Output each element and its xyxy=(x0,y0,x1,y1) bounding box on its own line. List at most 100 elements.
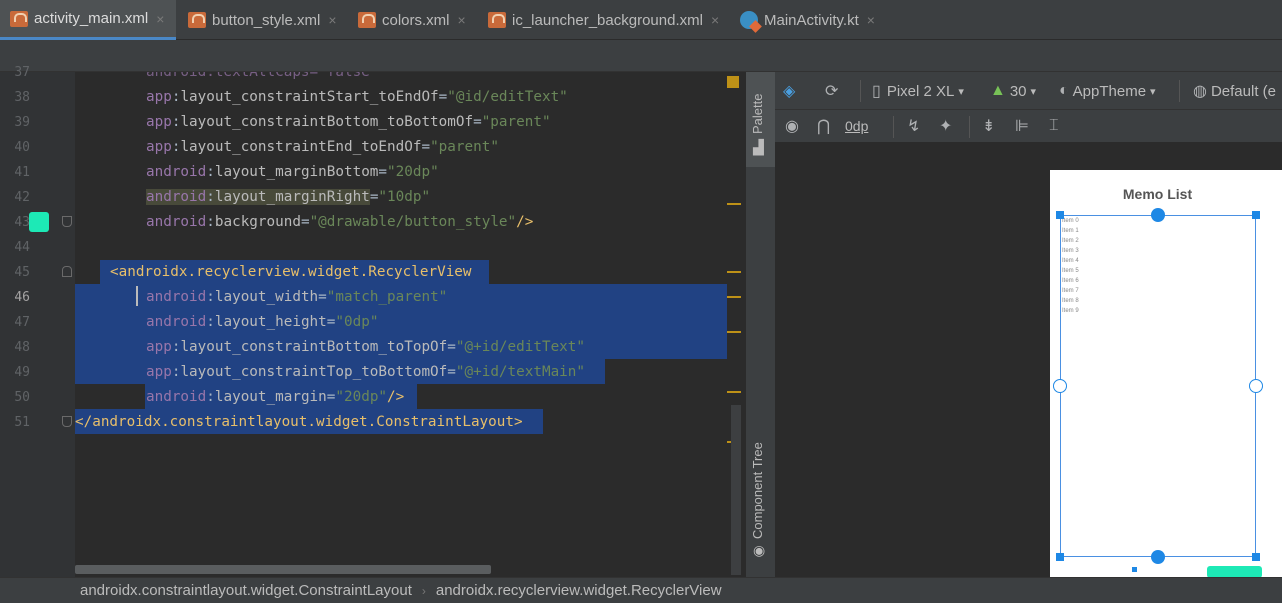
fold-marker-icon[interactable] xyxy=(62,416,72,427)
breadcrumb-item[interactable]: androidx.constraintlayout.widget.Constra… xyxy=(80,582,412,599)
layout-design-surface: ◈ ⟳ ▯ Pixel 2 XL ▾ ▲ 30 ▾ ◐ AppTheme ▾ ◍ Defaul… xyxy=(775,72,1282,577)
close-icon[interactable]: × xyxy=(156,11,164,27)
resize-handle[interactable] xyxy=(1252,211,1260,219)
list-item: Item 4 xyxy=(1062,258,1079,264)
constraint-toolbar: ◉ ⋂ 0dp ↯ ✦ ⇟ ⊫ ⌶ xyxy=(775,110,1282,143)
line-number: 37 xyxy=(14,65,30,80)
palette-icon: ▟ xyxy=(753,140,764,156)
tab-activity-main[interactable]: activity_main.xml × xyxy=(0,0,176,40)
tab-main-activity[interactable]: MainActivity.kt × xyxy=(730,0,875,40)
tab-label: colors.xml xyxy=(382,11,450,29)
list-item: Item 8 xyxy=(1062,298,1079,304)
breadcrumb-separator: › xyxy=(421,584,426,598)
resize-handle[interactable] xyxy=(1056,553,1064,561)
button-preview[interactable] xyxy=(1207,566,1262,577)
list-item: Item 3 xyxy=(1062,248,1079,254)
palette-label: Palette xyxy=(750,93,765,134)
warning-mark[interactable] xyxy=(727,331,741,333)
magnet-icon: ⋂ xyxy=(817,118,831,135)
code-line: android:layout_marginBottom="20dp" xyxy=(146,164,439,180)
editor-tab-bar: activity_main.xml × button_style.xml × c… xyxy=(0,0,1282,40)
design-surface-toggle[interactable]: ◈ xyxy=(783,80,795,102)
color-preview-swatch[interactable] xyxy=(29,212,49,232)
palette-tab[interactable]: Palette ▟ xyxy=(746,72,775,167)
toolbar-divider xyxy=(860,80,861,102)
device-selector[interactable]: ▯ Pixel 2 XL ▾ xyxy=(872,80,964,102)
view-options-button[interactable]: ◉ xyxy=(785,115,799,137)
xml-file-icon xyxy=(10,10,28,27)
horizontal-scrollbar[interactable] xyxy=(75,565,491,574)
resize-handle[interactable] xyxy=(1056,211,1064,219)
code-line: android:layout_height="0dp" xyxy=(146,314,379,330)
theme-icon: ◐ xyxy=(1059,82,1069,99)
tab-label: ic_launcher_background.xml xyxy=(512,11,703,29)
clear-constraints-icon: ↯ xyxy=(907,118,921,135)
toolbar-divider xyxy=(1179,80,1180,102)
close-icon[interactable]: × xyxy=(711,12,719,28)
autoconnect-button[interactable]: ⋂ xyxy=(817,115,830,137)
warning-mark[interactable] xyxy=(727,203,741,205)
warning-mark[interactable] xyxy=(727,271,741,273)
breadcrumb-bar: androidx.constraintlayout.widget.Constra… xyxy=(0,577,1282,603)
chevron-down-icon: ▾ xyxy=(1030,85,1037,98)
rotate-icon: ⟳ xyxy=(825,83,839,100)
code-line: app:layout_constraintBottom_toBottomOf="… xyxy=(146,114,551,130)
theme-selector[interactable]: ◐ AppTheme ▾ xyxy=(1059,80,1156,102)
vertical-scrollbar[interactable] xyxy=(731,405,741,575)
locale-selector[interactable]: ◍ Default (e xyxy=(1193,80,1276,102)
constraint-anchor-right[interactable] xyxy=(1249,379,1263,393)
chevron-down-icon: ▾ xyxy=(958,85,964,98)
recyclerview-preview[interactable]: Item 0 Item 1 Item 2 Item 3 Item 4 Item … xyxy=(1060,215,1256,557)
default-margin-button[interactable]: 0dp xyxy=(845,115,868,137)
code-line: app:layout_constraintStart_toEndOf="@id/… xyxy=(146,89,568,105)
component-tree-tab[interactable]: Component Tree ◉ xyxy=(746,417,775,577)
constraint-anchor-left[interactable] xyxy=(1053,379,1067,393)
breadcrumb-item[interactable]: androidx.recyclerview.widget.RecyclerVie… xyxy=(436,582,722,599)
constraint-anchor-top[interactable] xyxy=(1151,208,1165,222)
line-number: 51 xyxy=(14,415,30,430)
tab-label: activity_main.xml xyxy=(34,10,149,27)
code-line: android:textAllCaps="false" xyxy=(146,72,379,80)
api-level-selector[interactable]: ▲ 30 ▾ xyxy=(990,80,1036,102)
edittext-preview[interactable] xyxy=(1132,567,1137,572)
pack-icon: ⇟ xyxy=(982,118,996,135)
line-number: 45 xyxy=(14,265,30,280)
xml-file-icon xyxy=(358,12,376,28)
component-tree-label: Component Tree xyxy=(750,442,765,539)
pack-button[interactable]: ⇟ xyxy=(982,115,995,137)
resize-handle[interactable] xyxy=(1252,553,1260,561)
infer-constraints-button[interactable]: ✦ xyxy=(939,115,952,137)
fold-marker-icon[interactable] xyxy=(62,266,72,277)
line-number-gutter: 37 38 39 40 41 42 43 44 45 46 47 48 49 5… xyxy=(0,65,75,577)
code-line: <androidx.recyclerview.widget.RecyclerVi… xyxy=(110,264,472,280)
eye-icon: ◉ xyxy=(785,118,799,135)
warning-mark[interactable] xyxy=(727,391,741,393)
list-item: Item 2 xyxy=(1062,238,1079,244)
warning-mark[interactable] xyxy=(727,296,741,298)
device-preview[interactable]: Memo List Item 0 Item 1 Item 2 Item 3 It… xyxy=(1050,170,1282,577)
magic-wand-icon: ✦ xyxy=(939,118,953,135)
kotlin-file-icon xyxy=(740,11,758,29)
tab-label: button_style.xml xyxy=(212,11,321,29)
close-icon[interactable]: × xyxy=(458,12,466,28)
close-icon[interactable]: × xyxy=(328,12,336,28)
warning-indicator-icon[interactable] xyxy=(727,76,739,88)
clear-constraints-button[interactable]: ↯ xyxy=(907,115,920,137)
line-number: 41 xyxy=(14,165,30,180)
tab-colors[interactable]: colors.xml × xyxy=(348,0,466,40)
guideline-icon: ⌶ xyxy=(1049,117,1059,134)
fold-marker-icon[interactable] xyxy=(62,216,72,227)
code-line: app:layout_constraintTop_toBottomOf="@+i… xyxy=(146,364,586,380)
guidelines-button[interactable]: ⌶ xyxy=(1049,115,1059,137)
orientation-toggle[interactable]: ⟳ xyxy=(825,80,838,102)
code-editor[interactable]: android:textAllCaps="false" app:layout_c… xyxy=(75,72,741,577)
close-icon[interactable]: × xyxy=(867,12,875,28)
constraint-anchor-bottom[interactable] xyxy=(1151,550,1165,564)
tab-label: MainActivity.kt xyxy=(764,11,859,29)
side-panel-strip: Palette ▟ Component Tree ◉ xyxy=(745,72,775,577)
breadcrumb: androidx.constraintlayout.widget.Constra… xyxy=(80,582,722,599)
tab-ic-launcher-background[interactable]: ic_launcher_background.xml × xyxy=(478,0,719,40)
tab-button-style[interactable]: button_style.xml × xyxy=(178,0,337,40)
align-button[interactable]: ⊫ xyxy=(1015,115,1029,137)
android-icon: ▲ xyxy=(990,82,1006,99)
